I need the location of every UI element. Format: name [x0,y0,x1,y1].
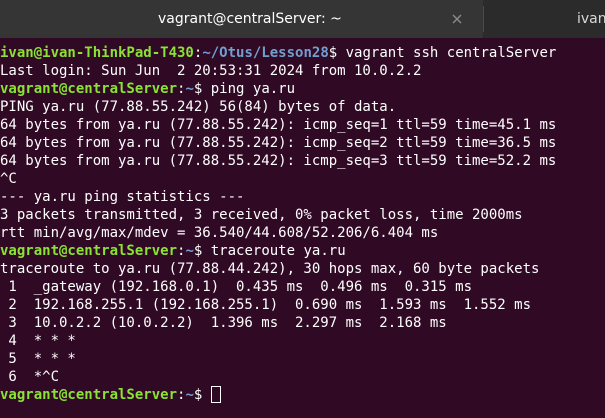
prompt-symbol: $ [328,45,338,61]
prompt-line: vagrant@centralServer:~$ traceroute ya.r… [0,242,605,260]
command-text [202,387,210,403]
prompt-user-host: vagrant@centralServer [0,387,178,403]
output-line: 64 bytes from ya.ru (77.88.55.242): icmp… [0,117,557,133]
command-text: traceroute ya.ru [202,243,346,259]
output-line: PING ya.ru (77.88.55.242) 56(84) bytes o… [0,99,397,115]
terminal-window: vagrant@centralServer: ~ ivan ivan@ivan-… [0,0,605,418]
prompt-user-host: ivan@ivan-ThinkPad-T430 [0,45,194,61]
terminal-output[interactable]: ivan@ivan-ThinkPad-T430:~/Otus/Lesson28$… [0,44,605,418]
output-line: 5 * * * [0,351,76,367]
prompt-path: ~ [185,243,194,259]
output-line: ^C [0,171,17,187]
terminal-cursor [210,386,221,403]
prompt-user-host: vagrant@centralServer [0,243,178,259]
output-line: 6 *^C [0,369,60,385]
output-line: 1 _gateway (192.168.0.1) 0.435 ms 0.496 … [0,279,473,295]
prompt-path: ~ [185,81,194,97]
tab-bar: vagrant@centralServer: ~ ivan [0,0,605,38]
output-line: rtt min/avg/max/mdev = 36.540/44.608/52.… [0,225,439,241]
output-line: traceroute to ya.ru (77.88.44.242), 30 h… [0,261,540,277]
tab-title: vagrant@centralServer: ~ [158,11,342,27]
output-line: 3 10.0.2.2 (10.0.2.2) 1.396 ms 2.297 ms … [0,315,447,331]
tab-title: ivan [577,11,605,27]
output-line: 4 * * * [0,333,76,349]
tab-central-server[interactable]: vagrant@centralServer: ~ [0,0,483,38]
output-line: --- ya.ru ping statistics --- [0,189,245,205]
tab-ivan[interactable]: ivan [484,0,605,38]
prompt-path: ~ [185,387,194,403]
output-line: 64 bytes from ya.ru (77.88.55.242): icmp… [0,153,557,169]
prompt-line: vagrant@centralServer:~$ ping ya.ru [0,80,605,98]
close-icon[interactable] [450,12,464,26]
output-line: 64 bytes from ya.ru (77.88.55.242): icmp… [0,135,557,151]
output-line: 3 packets transmitted, 3 received, 0% pa… [0,207,523,223]
output-line: 2 192.168.255.1 (192.168.255.1) 0.690 ms… [0,297,532,313]
prompt-line: vagrant@centralServer:~$ [0,386,605,404]
prompt-path: ~/Otus/Lesson28 [202,45,329,61]
prompt-line: ivan@ivan-ThinkPad-T430:~/Otus/Lesson28$… [0,44,605,62]
command-text: ping ya.ru [202,81,296,97]
output-line: Last login: Sun Jun 2 20:53:31 2024 from… [0,63,422,79]
command-text: vagrant ssh centralServer [337,45,557,61]
prompt-user-host: vagrant@centralServer [0,81,178,97]
